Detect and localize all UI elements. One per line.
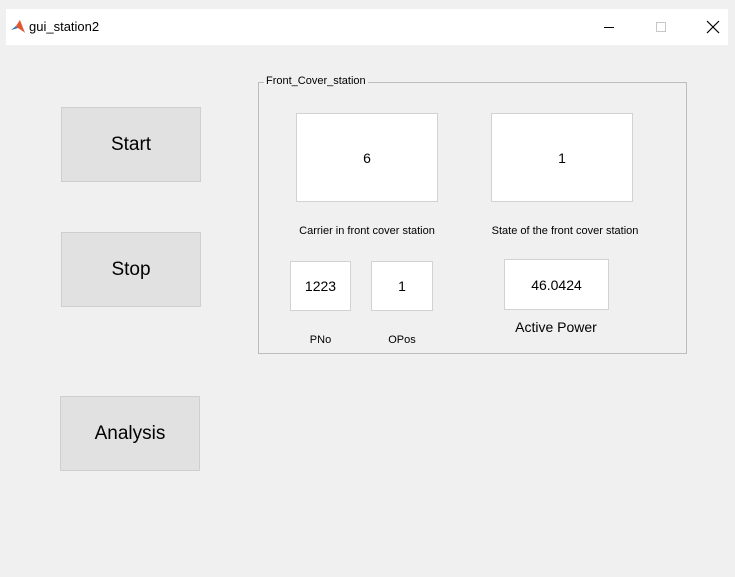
- active-power-value-box: 46.0424: [504, 259, 609, 310]
- maximize-icon: [656, 22, 666, 32]
- maximize-button[interactable]: [638, 9, 684, 45]
- close-button[interactable]: [690, 9, 735, 45]
- title-bar[interactable]: gui_station2: [6, 9, 728, 45]
- close-icon: [706, 20, 720, 34]
- app-window: gui_station2 Start Stop Analysis Front_C…: [6, 9, 728, 573]
- start-button[interactable]: Start: [61, 107, 201, 182]
- matlab-logo-icon: [10, 19, 26, 35]
- active-power-label: Active Power: [515, 319, 597, 335]
- pno-value-box: 1223: [290, 261, 351, 311]
- pno-label: PNo: [309, 334, 332, 346]
- panel-title: Front_Cover_station: [264, 75, 368, 87]
- minimize-button[interactable]: [586, 9, 632, 45]
- minimize-icon: [604, 27, 614, 28]
- carrier-label: Carrier in front cover station: [299, 225, 435, 237]
- state-label: State of the front cover station: [491, 225, 639, 237]
- state-value-box: 1: [491, 113, 633, 202]
- window-title: gui_station2: [29, 19, 100, 34]
- analysis-button[interactable]: Analysis: [60, 396, 200, 471]
- front-cover-station-panel: Front_Cover_station 6 1 Carrier in front…: [258, 75, 687, 354]
- opos-label: OPos: [388, 334, 416, 346]
- stop-button[interactable]: Stop: [61, 232, 201, 307]
- carrier-value-box: 6: [296, 113, 438, 202]
- opos-value-box: 1: [371, 261, 433, 311]
